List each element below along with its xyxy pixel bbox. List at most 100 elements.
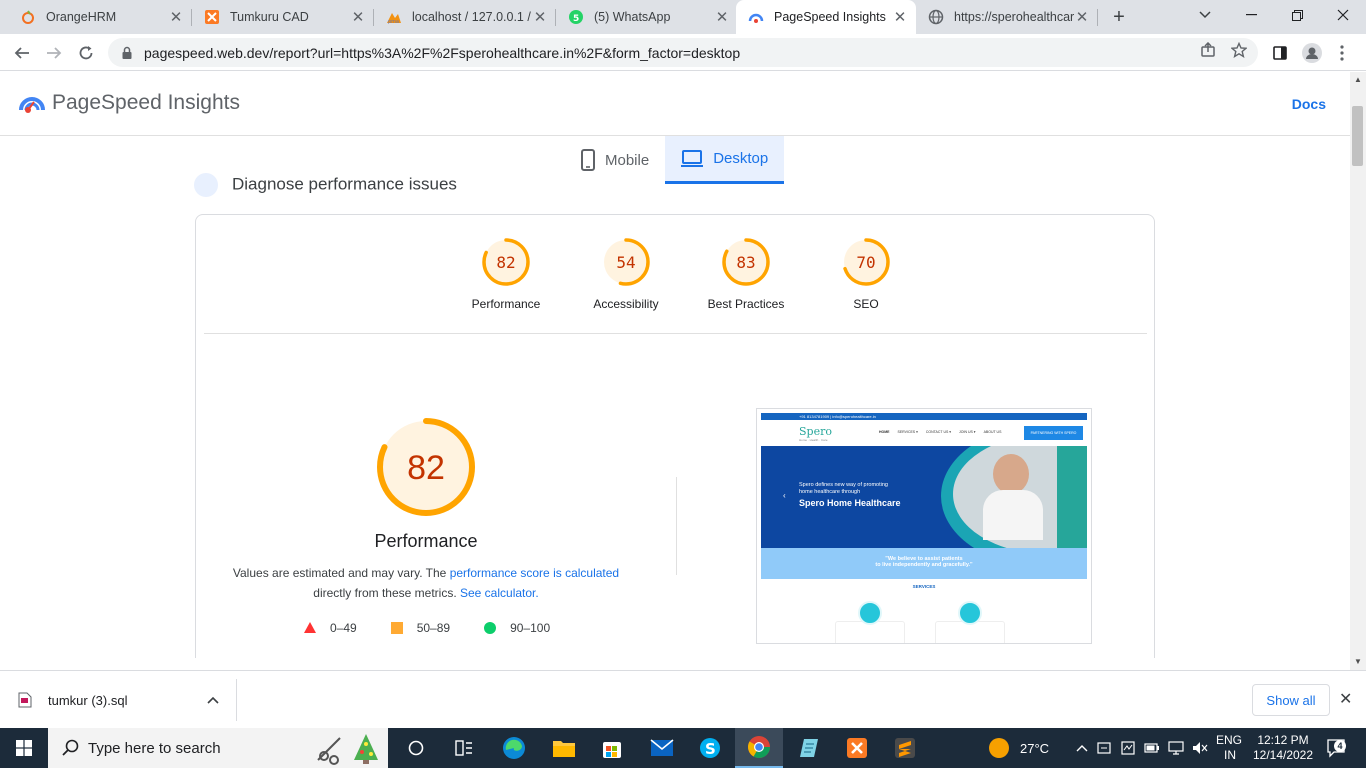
page-viewport: Diagnose performance issues PageSpeed In… bbox=[0, 72, 1350, 670]
report-card: 82 Performance 54 Accessibility 83 Best Pract… bbox=[195, 214, 1155, 670]
notepad-icon[interactable] bbox=[785, 728, 833, 768]
edge-icon[interactable] bbox=[490, 728, 538, 768]
skype-icon[interactable]: S bbox=[686, 728, 734, 768]
page-scrollbar[interactable]: ▲ ▼ bbox=[1350, 72, 1366, 670]
side-panel-icon[interactable] bbox=[1266, 39, 1294, 67]
speaker-muted-icon[interactable] bbox=[1188, 741, 1212, 755]
psi-header: PageSpeed Insights Docs bbox=[0, 72, 1350, 136]
profile-avatar[interactable] bbox=[1298, 39, 1326, 67]
scroll-thumb[interactable] bbox=[1352, 106, 1363, 166]
score-gauge-best-practices[interactable]: 83 Best Practices bbox=[686, 237, 806, 311]
address-bar[interactable]: pagespeed.web.dev/report?url=https%3A%2F… bbox=[108, 38, 1258, 67]
diagnose-heading: Diagnose performance issues bbox=[194, 173, 457, 197]
restore-button[interactable] bbox=[1274, 0, 1320, 30]
pagespeed-icon bbox=[748, 9, 764, 25]
mail-icon[interactable] bbox=[638, 728, 686, 768]
forward-button[interactable] bbox=[40, 39, 68, 67]
score-gauge-performance[interactable]: 82 Performance bbox=[446, 237, 566, 311]
reload-button[interactable] bbox=[72, 39, 100, 67]
tab-sperohealthcare[interactable]: https://sperohealthcare ✕ bbox=[916, 0, 1098, 34]
file-explorer-icon[interactable] bbox=[540, 728, 588, 768]
show-all-button[interactable]: Show all bbox=[1252, 684, 1330, 716]
security-icon[interactable] bbox=[1092, 741, 1116, 755]
tab-pagespeed[interactable]: PageSpeed Insights ✕ bbox=[736, 0, 916, 34]
download-item[interactable]: tumkur (3).sql bbox=[18, 671, 220, 729]
taskbar-search[interactable]: Type here to search bbox=[48, 728, 388, 768]
gauge-score: 54 bbox=[616, 253, 635, 272]
scroll-up-arrow[interactable]: ▲ bbox=[1354, 75, 1362, 84]
xampp-taskbar-icon[interactable] bbox=[833, 728, 881, 768]
network-icon[interactable] bbox=[1164, 741, 1188, 755]
search-icon bbox=[62, 739, 79, 756]
task-view-icon[interactable] bbox=[392, 728, 440, 768]
chevron-up-icon[interactable] bbox=[207, 696, 220, 704]
close-icon[interactable]: ✕ bbox=[168, 9, 184, 26]
score-calculated-link[interactable]: performance score is calculated bbox=[450, 566, 619, 580]
new-tab-button[interactable]: + bbox=[1108, 6, 1130, 28]
share-icon[interactable] bbox=[1200, 41, 1216, 61]
psi-title[interactable]: PageSpeed Insights bbox=[52, 91, 240, 115]
language-indicator[interactable]: ENG IN bbox=[1216, 728, 1242, 768]
minimize-button[interactable] bbox=[1228, 0, 1274, 30]
whatsapp-icon: 5 bbox=[568, 9, 584, 25]
svg-text:S: S bbox=[705, 740, 716, 758]
score-gauge-seo[interactable]: 70 SEO bbox=[806, 237, 926, 311]
see-calculator-link[interactable]: See calculator. bbox=[460, 586, 539, 600]
score-gauge-accessibility[interactable]: 54 Accessibility bbox=[566, 237, 686, 311]
triangle-icon bbox=[304, 622, 316, 633]
xampp-icon bbox=[204, 9, 220, 25]
system-tray-icons[interactable] bbox=[1072, 728, 1212, 768]
notification-center-button[interactable]: 4 bbox=[1322, 728, 1352, 768]
close-icon[interactable]: ✕ bbox=[350, 9, 366, 26]
screenshot-service-icon bbox=[958, 601, 982, 625]
tab-desktop[interactable]: Desktop bbox=[665, 136, 785, 184]
chrome-icon[interactable] bbox=[735, 728, 783, 768]
gauge-score: 70 bbox=[856, 253, 875, 272]
screenshot-hero: ‹ Spero defines new way of promoting hom… bbox=[761, 446, 1087, 548]
widgets-icon[interactable] bbox=[440, 728, 488, 768]
circle-icon bbox=[484, 622, 497, 634]
gauge-ring: 54 bbox=[602, 238, 650, 286]
battery-icon[interactable] bbox=[1140, 743, 1164, 753]
close-icon[interactable]: ✕ bbox=[532, 9, 548, 26]
download-bar: tumkur (3).sql Show all ✕ bbox=[0, 670, 1366, 728]
close-icon[interactable]: ✕ bbox=[1074, 9, 1090, 26]
scroll-down-arrow[interactable]: ▼ bbox=[1354, 657, 1362, 666]
screenshot-menu: HOME SERVICES ▾ CONTACT US ▾ JOIN US ▾ A… bbox=[879, 430, 1002, 434]
gauge-score: 82 bbox=[407, 449, 445, 487]
close-window-button[interactable] bbox=[1320, 0, 1366, 30]
tab-phpmyadmin[interactable]: pma localhost / 127.0.0.1 / ✕ bbox=[374, 0, 556, 34]
gauge-ring: 70 bbox=[842, 238, 890, 286]
vertical-divider bbox=[676, 477, 677, 575]
score-gauges: 82 Performance 54 Accessibility 83 Best Pract… bbox=[446, 237, 926, 311]
globe-icon bbox=[928, 9, 944, 25]
weather-widget[interactable]: 27°C bbox=[988, 728, 1049, 768]
tab-tumkuru-cad[interactable]: Tumkuru CAD ✕ bbox=[192, 0, 374, 34]
bookmark-star-icon[interactable] bbox=[1230, 41, 1248, 61]
close-download-bar-icon[interactable]: ✕ bbox=[1339, 689, 1352, 709]
sublime-text-icon[interactable] bbox=[881, 728, 929, 768]
close-icon[interactable]: ✕ bbox=[714, 9, 730, 26]
sun-icon bbox=[989, 738, 1009, 758]
windows-taskbar: Type here to search S 27°C ENG IN 12:12 … bbox=[0, 728, 1366, 768]
tab-search-chevron-icon[interactable] bbox=[1182, 0, 1228, 30]
gauge-score: 83 bbox=[736, 253, 755, 272]
search-highlight-icon bbox=[317, 734, 378, 765]
docs-link[interactable]: Docs bbox=[1292, 96, 1326, 112]
menu-kebab-icon[interactable] bbox=[1328, 39, 1356, 67]
microsoft-store-icon[interactable] bbox=[588, 728, 636, 768]
back-button[interactable] bbox=[8, 39, 36, 67]
svg-text:5: 5 bbox=[573, 14, 579, 24]
tab-orangehrm[interactable]: OrangeHRM ✕ bbox=[8, 0, 192, 34]
tab-mobile[interactable]: Mobile bbox=[565, 136, 665, 184]
chevron-up-icon[interactable] bbox=[1072, 744, 1092, 752]
screenshot-quote: "We believe to assist patients to live i… bbox=[761, 548, 1087, 579]
gauge-label: Accessibility bbox=[593, 297, 659, 311]
clock[interactable]: 12:12 PM 12/14/2022 bbox=[1253, 728, 1313, 768]
start-button[interactable] bbox=[0, 728, 48, 768]
lock-icon bbox=[122, 46, 132, 59]
clipboard-icon[interactable] bbox=[1116, 741, 1140, 755]
gauge-label: SEO bbox=[853, 297, 879, 311]
tab-whatsapp[interactable]: 5 (5) WhatsApp ✕ bbox=[556, 0, 738, 34]
close-icon[interactable]: ✕ bbox=[892, 9, 908, 26]
